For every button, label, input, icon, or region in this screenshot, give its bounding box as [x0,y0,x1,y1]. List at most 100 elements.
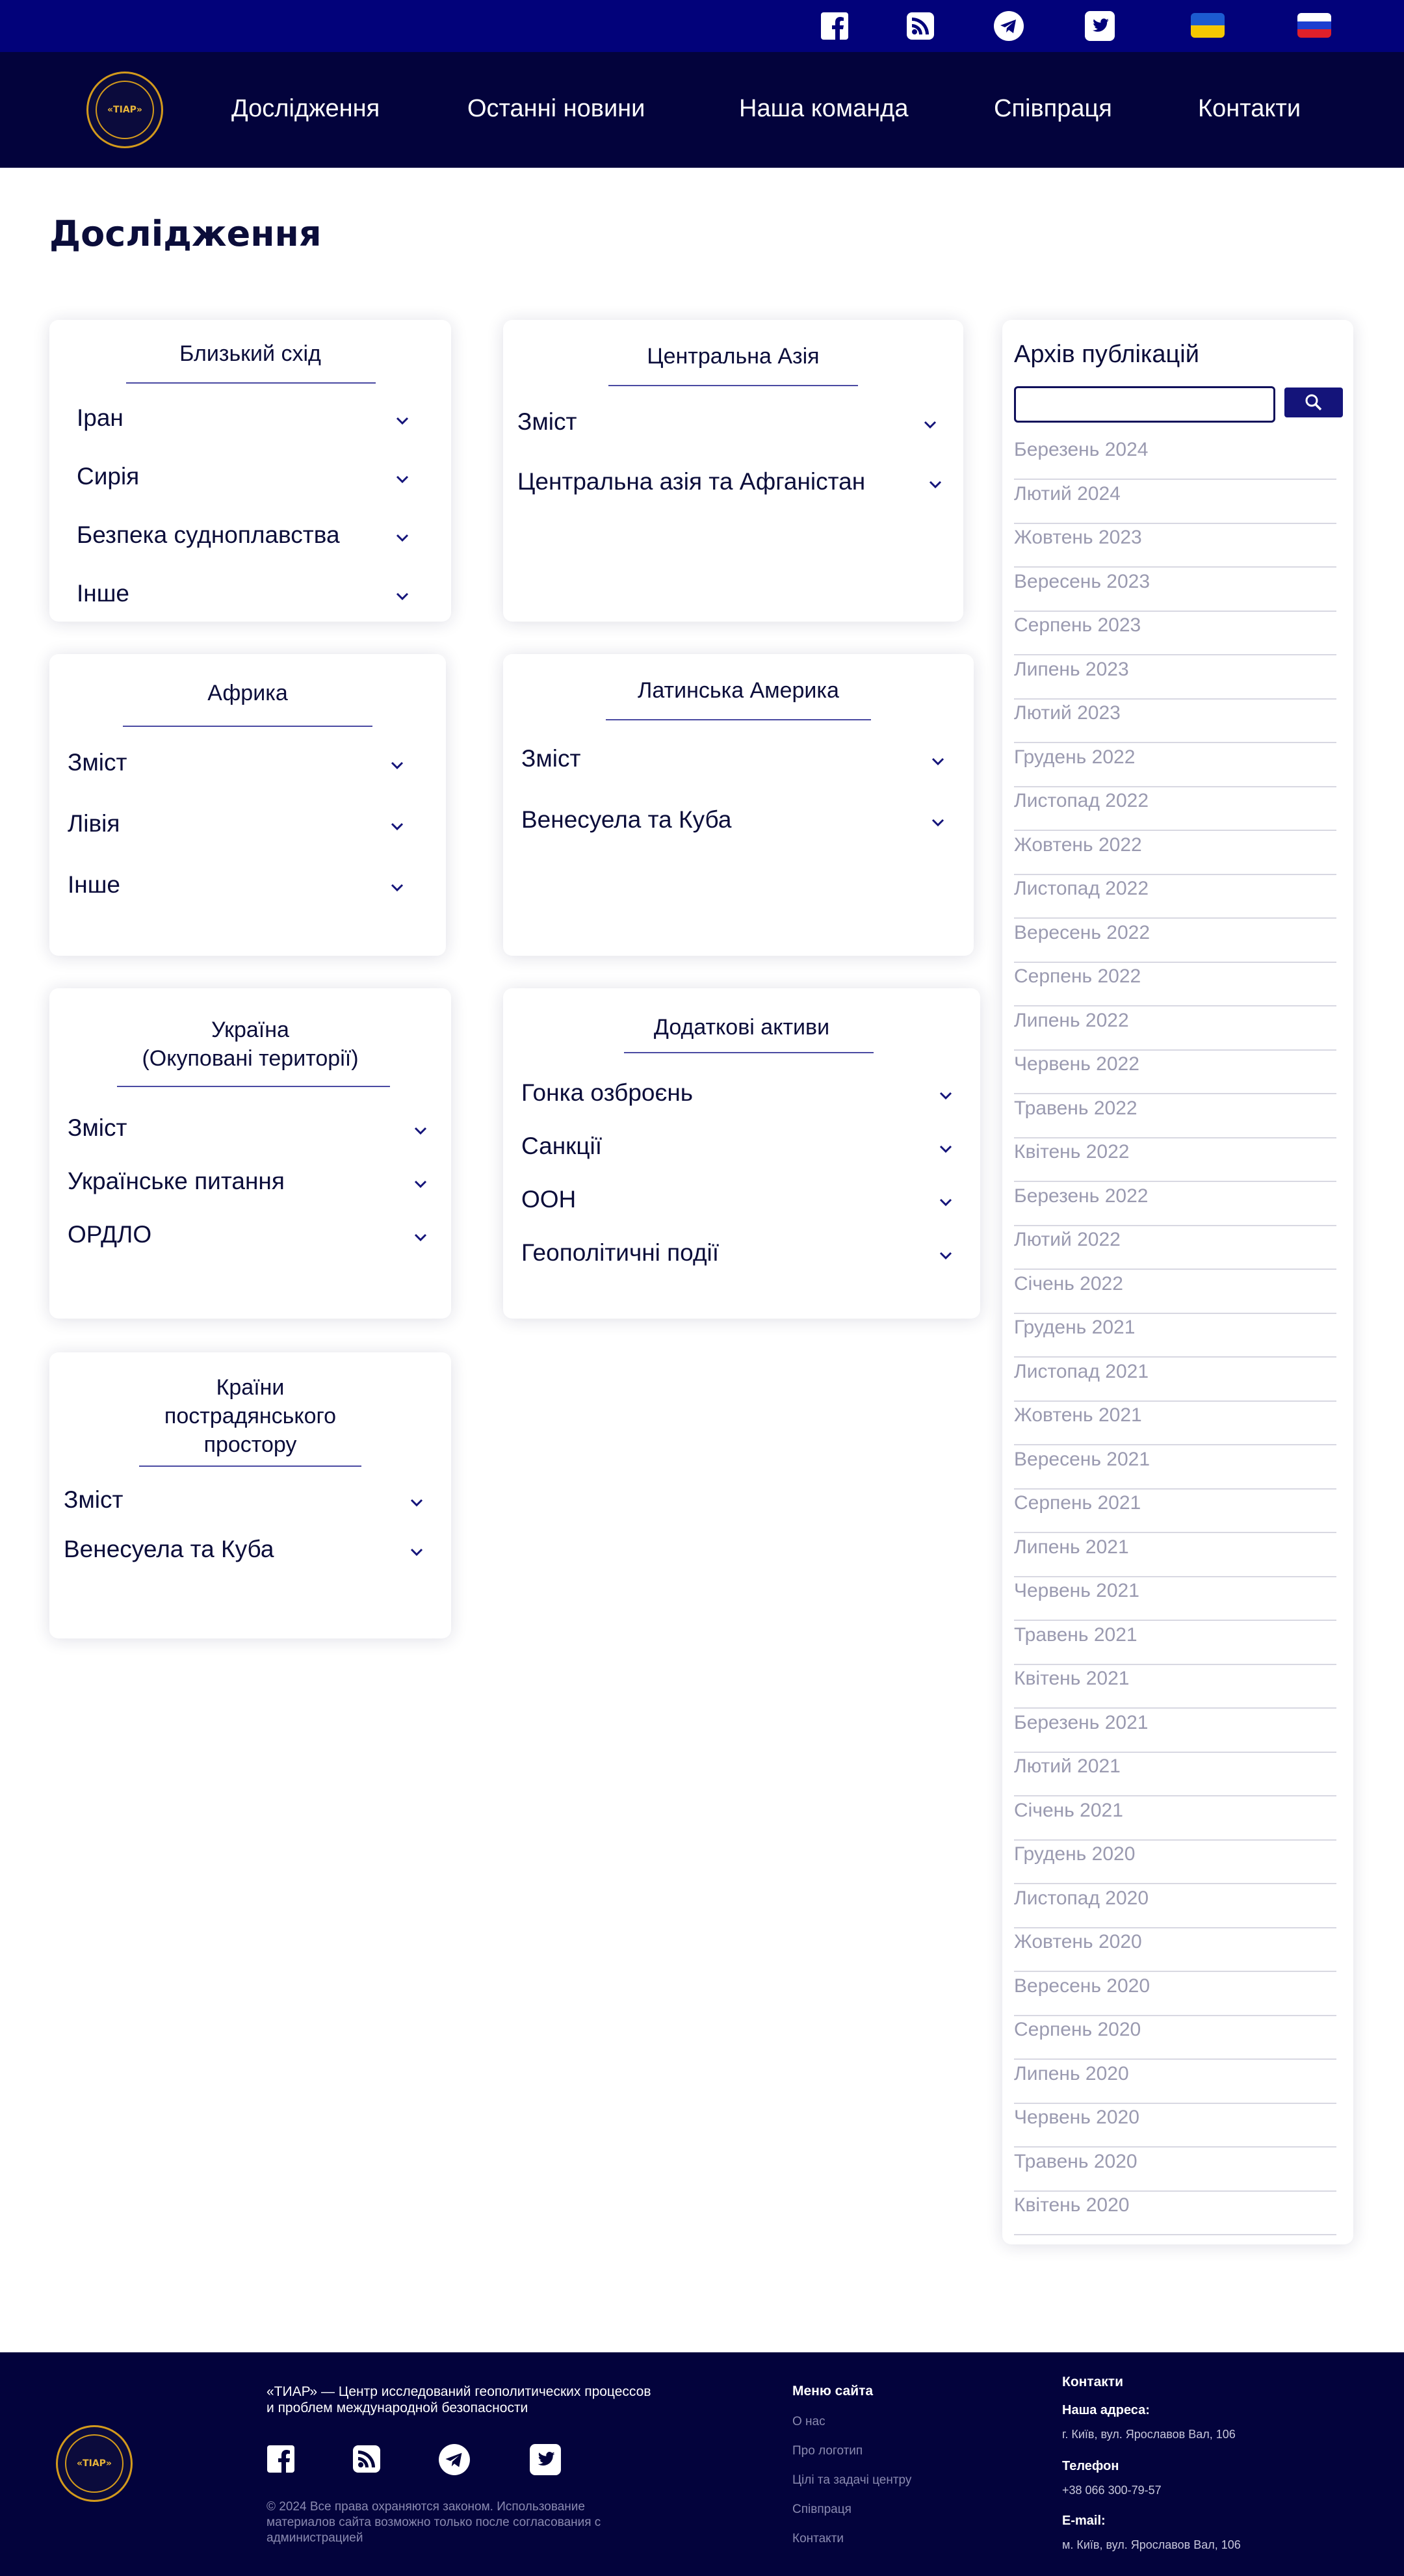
archive-item[interactable]: Листопад 2021 [1014,1359,1336,1402]
list-item[interactable]: Геополітичні події [521,1239,719,1267]
nav-link-news[interactable]: Останні новини [467,95,645,123]
footer-menu-item-contacts[interactable]: Контакти [792,2532,844,2546]
list-item[interactable]: Санкції [521,1133,602,1160]
chevron-down-icon[interactable] [920,415,940,434]
list-item[interactable]: Зміст [68,749,127,776]
list-item[interactable]: Іран [77,404,124,432]
chevron-down-icon[interactable] [407,1542,426,1562]
facebook-icon[interactable] [819,10,850,42]
list-item[interactable]: Зміст [68,1114,127,1142]
chevron-down-icon[interactable] [928,813,948,832]
archive-item[interactable]: Травень 2022 [1014,1096,1336,1138]
archive-item[interactable]: Жовтень 2021 [1014,1402,1336,1445]
archive-item[interactable]: Листопад 2022 [1014,876,1336,919]
footer-logo[interactable]: «ТІАР» [56,2425,133,2502]
chevron-down-icon[interactable] [387,817,407,836]
chevron-down-icon[interactable] [393,411,412,430]
archive-item[interactable]: Квітень 2020 [1014,2192,1336,2235]
archive-search-input[interactable] [1014,386,1275,423]
archive-item[interactable]: Серпень 2020 [1014,2017,1336,2060]
archive-item[interactable]: Березень 2021 [1014,1710,1336,1753]
chevron-down-icon[interactable] [393,586,412,606]
archive-item[interactable]: Лютий 2024 [1014,481,1336,524]
list-item[interactable]: Венесуела та Куба [521,806,731,834]
chevron-down-icon[interactable] [928,752,948,771]
list-item[interactable]: Центральна азія та Афганістан [517,468,865,495]
archive-item[interactable]: Грудень 2021 [1014,1315,1336,1358]
archive-item[interactable]: Серпень 2021 [1014,1490,1336,1533]
archive-item[interactable]: Липень 2023 [1014,657,1336,700]
archive-item[interactable]: Лютий 2022 [1014,1227,1336,1270]
archive-item[interactable]: Січень 2021 [1014,1798,1336,1841]
rss-icon[interactable] [352,2445,384,2476]
archive-item[interactable]: Лютий 2021 [1014,1754,1336,1796]
archive-item[interactable]: Листопад 2022 [1014,788,1336,831]
footer-menu-item-goals[interactable]: Цілі та задачі центру [792,2473,911,2488]
archive-item[interactable]: Червень 2020 [1014,2105,1336,2148]
list-item[interactable]: Безпека судноплавства [77,521,340,549]
list-item[interactable]: Зміст [64,1486,123,1514]
archive-item[interactable]: Вересень 2021 [1014,1447,1336,1490]
site-logo[interactable]: «ТІАР» [86,72,163,148]
archive-item[interactable]: Квітень 2021 [1014,1666,1336,1709]
archive-item[interactable]: Жовтень 2020 [1014,1929,1336,1972]
facebook-icon[interactable] [266,2445,298,2476]
archive-item[interactable]: Листопад 2020 [1014,1886,1336,1928]
archive-item[interactable]: Серпень 2023 [1014,612,1336,655]
chevron-down-icon[interactable] [411,1228,430,1247]
nav-link-team[interactable]: Наша команда [739,95,909,123]
archive-item[interactable]: Липень 2020 [1014,2061,1336,2104]
nav-link-cooperation[interactable]: Співпраця [994,95,1112,123]
chevron-down-icon[interactable] [393,469,412,489]
archive-item[interactable]: Вересень 2023 [1014,569,1336,612]
archive-item[interactable]: Вересень 2020 [1014,1973,1336,2016]
footer-menu-item-cooperation[interactable]: Співпраця [792,2503,852,2517]
archive-item[interactable]: Вересень 2022 [1014,920,1336,963]
telegram-icon[interactable] [993,10,1024,42]
chevron-down-icon[interactable] [926,475,945,494]
archive-item[interactable]: Лютий 2023 [1014,700,1336,743]
ukraine-flag[interactable] [1191,13,1225,38]
chevron-down-icon[interactable] [936,1139,956,1159]
list-item[interactable]: Гонка озброєнь [521,1079,693,1107]
chevron-down-icon[interactable] [936,1246,956,1265]
chevron-down-icon[interactable] [387,756,407,775]
archive-item[interactable]: Жовтень 2022 [1014,832,1336,875]
list-item[interactable]: Сирія [77,463,139,490]
archive-search-button[interactable] [1284,388,1343,417]
archive-item[interactable]: Квітень 2022 [1014,1139,1336,1182]
list-item[interactable]: Венесуела та Куба [64,1536,274,1563]
telegram-icon[interactable] [438,2443,472,2477]
archive-item[interactable]: Липень 2022 [1014,1008,1336,1051]
chevron-down-icon[interactable] [411,1174,430,1194]
archive-item[interactable]: Березень 2022 [1014,1183,1336,1226]
chevron-down-icon[interactable] [936,1086,956,1105]
twitter-icon[interactable] [1084,10,1115,42]
chevron-down-icon[interactable] [936,1192,956,1212]
nav-link-research[interactable]: Дослідження [231,95,380,123]
russia-flag[interactable] [1297,13,1331,38]
chevron-down-icon[interactable] [407,1493,426,1512]
archive-item[interactable]: Серпень 2022 [1014,964,1336,1006]
list-item[interactable]: ООН [521,1186,576,1213]
twitter-icon[interactable] [529,2443,563,2477]
chevron-down-icon[interactable] [411,1121,430,1140]
archive-item[interactable]: Липень 2021 [1014,1534,1336,1577]
footer-menu-item-about[interactable]: О нас [792,2415,826,2429]
archive-item[interactable]: Червень 2021 [1014,1578,1336,1621]
footer-phone[interactable]: +38 066 300-79-57 [1062,2484,1162,2497]
rss-icon[interactable] [905,10,936,42]
archive-item[interactable]: Червень 2022 [1014,1051,1336,1094]
list-item[interactable]: Лівія [68,810,120,837]
archive-item[interactable]: Березень 2024 [1014,437,1336,480]
chevron-down-icon[interactable] [393,528,412,547]
list-item[interactable]: Українське питання [68,1168,285,1195]
archive-item[interactable]: Грудень 2020 [1014,1841,1336,1884]
chevron-down-icon[interactable] [387,878,407,897]
list-item[interactable]: Зміст [517,408,577,436]
list-item[interactable]: Інше [77,580,129,607]
archive-item[interactable]: Жовтень 2023 [1014,525,1336,568]
archive-item[interactable]: Травень 2020 [1014,2149,1336,2192]
list-item[interactable]: ОРДЛО [68,1221,151,1248]
archive-item[interactable]: Січень 2022 [1014,1271,1336,1314]
